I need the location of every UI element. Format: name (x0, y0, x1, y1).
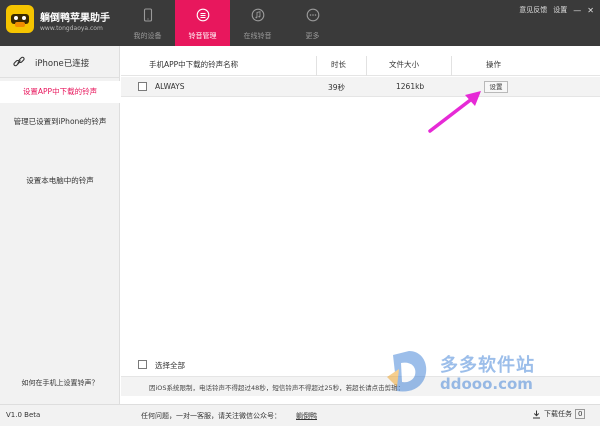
select-all-row: 选择全部 (121, 355, 600, 373)
sidebar-item-pc-ringtones[interactable]: 设置本电脑中的铃声 (0, 172, 120, 190)
download-count-badge: 0 (575, 409, 586, 419)
header-action: 操作 (486, 60, 501, 69)
close-icon[interactable]: ✕ (587, 6, 594, 15)
header-size: 文件大小 (389, 60, 419, 69)
sidebar: iPhone已连接 设置APP中下载的铃声 管理已设置到iPhone的铃声 设置… (0, 46, 120, 404)
column-divider (451, 56, 452, 76)
app-url: www.tongdaoya.com (40, 25, 103, 32)
select-all-checkbox[interactable] (138, 360, 147, 369)
duck-logo-icon (6, 5, 34, 33)
window-controls: 意见反馈 设置 — ✕ (519, 5, 594, 15)
ringtone-size: 1261kb (396, 82, 425, 91)
ringtone-name: ALWAYS (155, 82, 185, 91)
table-row: ALWAYS 39秒 1261kb 设置 (121, 77, 600, 97)
main-nav: 我的设备 铃音管理 在线铃音 更多 (120, 0, 340, 46)
tab-my-device[interactable]: 我的设备 (120, 0, 175, 46)
music-note-icon (251, 8, 265, 22)
status-bar: V1.0 Beta 任何问题，一对一客服，请关注微信公众号： 躺倒鸭 下载任务 … (0, 404, 600, 426)
feedback-link[interactable]: 意见反馈 (519, 5, 547, 15)
download-label: 下载任务 (544, 410, 572, 418)
wechat-link[interactable]: 躺倒鸭 (296, 411, 317, 421)
header-bar: 躺倒鸭苹果助手 www.tongdaoya.com 我的设备 铃音管理 在线铃音… (0, 0, 600, 46)
support-message: 任何问题，一对一客服，请关注微信公众号： (141, 412, 281, 420)
version-label: V1.0 Beta (6, 411, 41, 419)
link-icon (13, 56, 25, 67)
tab-label: 更多 (305, 32, 320, 40)
column-divider (366, 56, 367, 76)
ringtone-icon (196, 8, 210, 22)
tab-label: 在线铃音 (243, 32, 272, 40)
tab-label: 铃音管理 (188, 32, 217, 40)
download-icon (533, 410, 540, 418)
tab-label: 我的设备 (133, 32, 162, 40)
restriction-note: 因iOS系统限制，电话铃声不得超过48秒，短信铃声不得超过25秒，若超长请点击剪… (121, 376, 600, 396)
download-tasks-button[interactable]: 下载任务 0 (532, 409, 586, 419)
more-icon (306, 8, 320, 22)
minimize-icon[interactable]: — (573, 6, 581, 15)
tab-online-ringtone[interactable]: 在线铃音 (230, 0, 285, 46)
select-all-label: 选择全部 (155, 361, 185, 370)
sidebar-item-iphone-ringtones[interactable]: 管理已设置到iPhone的铃声 (0, 113, 120, 131)
app-title: 躺倒鸭苹果助手 (40, 13, 110, 24)
help-link[interactable]: 如何在手机上设置铃声？ (0, 378, 120, 388)
header-duration: 时长 (331, 60, 346, 69)
app-window: 躺倒鸭苹果助手 www.tongdaoya.com 我的设备 铃音管理 在线铃音… (0, 0, 600, 426)
connection-label: iPhone已连接 (35, 59, 90, 69)
set-ringtone-button[interactable]: 设置 (484, 81, 508, 93)
header-name: 手机APP中下载的铃声名称 (149, 60, 239, 69)
tab-more[interactable]: 更多 (285, 0, 340, 46)
ringtone-duration: 39秒 (328, 83, 346, 92)
tab-ringtone-manage[interactable]: 铃音管理 (175, 0, 230, 46)
table-header: 手机APP中下载的铃声名称 时长 文件大小 操作 (121, 52, 600, 76)
sidebar-item-app-ringtones[interactable]: 设置APP中下载的铃声 (0, 81, 120, 103)
phone-icon (143, 8, 153, 22)
row-checkbox[interactable] (138, 82, 147, 91)
connection-status: iPhone已连接 (0, 46, 120, 78)
main-panel: 手机APP中下载的铃声名称 时长 文件大小 操作 ALWAYS 39秒 1261… (121, 46, 600, 404)
column-divider (316, 56, 317, 76)
settings-link[interactable]: 设置 (553, 5, 567, 15)
restriction-text: 因iOS系统限制，电话铃声不得超过48秒，短信铃声不得超过25秒，若超长请点击剪… (149, 384, 405, 392)
